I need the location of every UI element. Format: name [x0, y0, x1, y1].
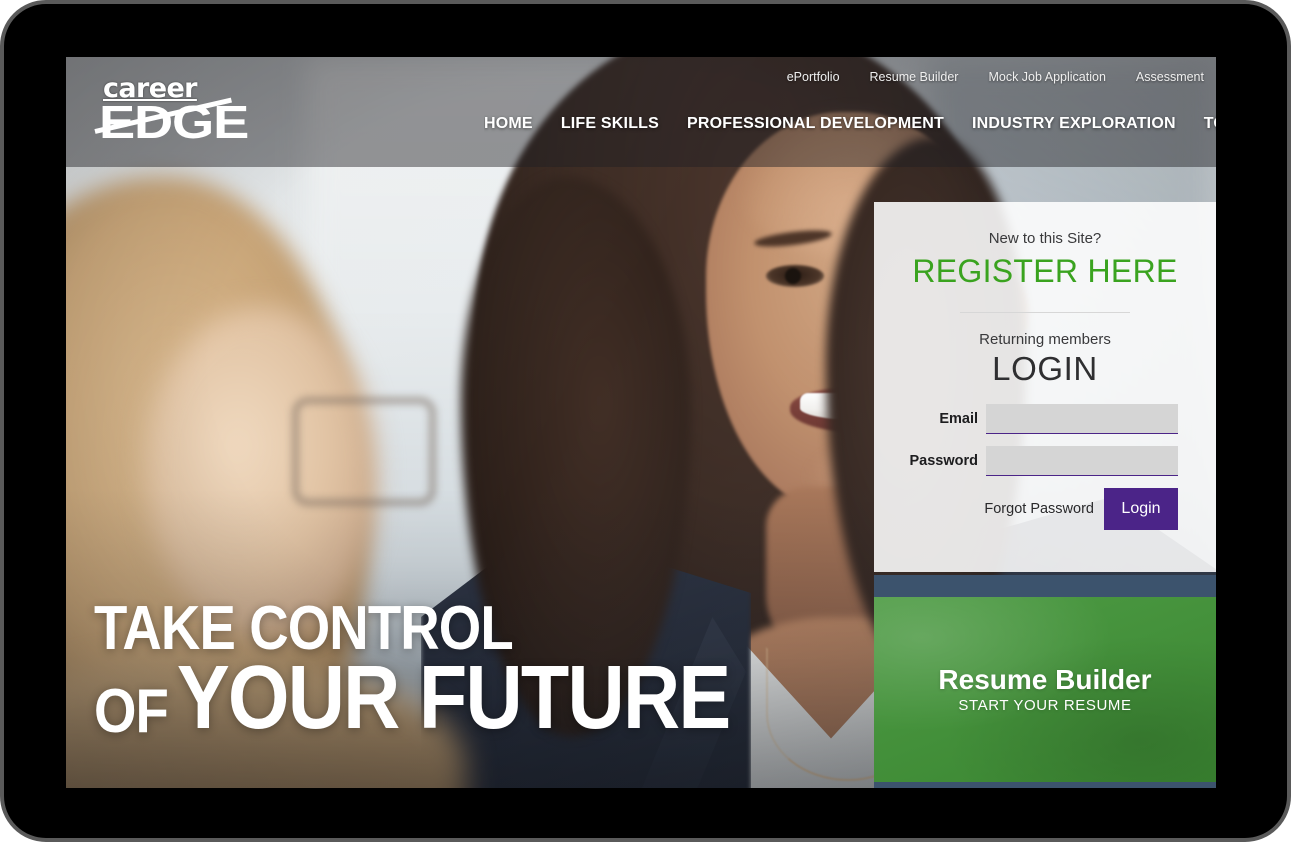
password-field-row: Password [874, 446, 1178, 476]
returning-members-label: Returning members [979, 331, 1111, 348]
promo-subtitle: START YOUR RESUME [958, 697, 1132, 715]
nav-home[interactable]: HOME [484, 115, 533, 133]
main-nav: HOME LIFE SKILLS PROFESSIONAL DEVELOPMEN… [484, 115, 1216, 133]
nav-mock-job-application[interactable]: Mock Job Application [988, 70, 1105, 84]
login-panel: New to this Site? REGISTER HERE Returnin… [874, 202, 1216, 572]
nav-resume-builder[interactable]: Resume Builder [870, 70, 959, 84]
email-input[interactable] [986, 404, 1178, 434]
password-label: Password [909, 453, 979, 469]
nav-assessment[interactable]: Assessment [1136, 70, 1204, 84]
nav-life-skills[interactable]: LIFE SKILLS [561, 115, 659, 133]
browser-viewport: career EDGE ePortfolio Resume Builder Mo… [66, 57, 1216, 788]
login-form-actions: Forgot Password Login [874, 488, 1178, 530]
nav-toolkit[interactable]: TOOLKIT [1204, 115, 1216, 133]
nav-eportfolio[interactable]: ePortfolio [787, 70, 840, 84]
new-to-site-label: New to this Site? [988, 230, 1102, 247]
hero-headline-emphasis: YOUR FUTURE [176, 648, 731, 749]
site-header: career EDGE ePortfolio Resume Builder Mo… [66, 57, 1216, 167]
promo-title: Resume Builder [938, 663, 1152, 695]
logo-edge-wrap: EDGE [94, 97, 274, 145]
resume-builder-promo-card[interactable]: Resume Builder START YOUR RESUME [874, 597, 1216, 782]
hero-headline: TAKE CONTROL OF YOUR FUTURE [94, 598, 816, 749]
register-here-link[interactable]: REGISTER HERE [874, 253, 1216, 290]
promo-bottom-divider [874, 782, 1216, 788]
email-label: Email [939, 411, 978, 427]
hero-headline-of: OF [94, 676, 169, 746]
login-button[interactable]: Login [1104, 488, 1178, 530]
password-input[interactable] [986, 446, 1178, 476]
promo-top-divider [874, 575, 1216, 597]
utility-nav: ePortfolio Resume Builder Mock Job Appli… [787, 70, 1204, 84]
nav-professional-development[interactable]: PROFESSIONAL DEVELOPMENT [687, 115, 944, 133]
site-logo[interactable]: career EDGE [94, 75, 274, 145]
nav-industry-exploration[interactable]: INDUSTRY EXPLORATION [972, 115, 1176, 133]
forgot-password-link[interactable]: Forgot Password [984, 501, 1094, 517]
login-heading: LOGIN [992, 350, 1098, 387]
email-field-row: Email [874, 404, 1178, 434]
promo-content: Resume Builder START YOUR RESUME [874, 597, 1216, 782]
hero-headline-line2: OF YOUR FUTURE [94, 648, 731, 749]
panel-divider [960, 312, 1130, 313]
device-frame: career EDGE ePortfolio Resume Builder Mo… [0, 0, 1291, 842]
